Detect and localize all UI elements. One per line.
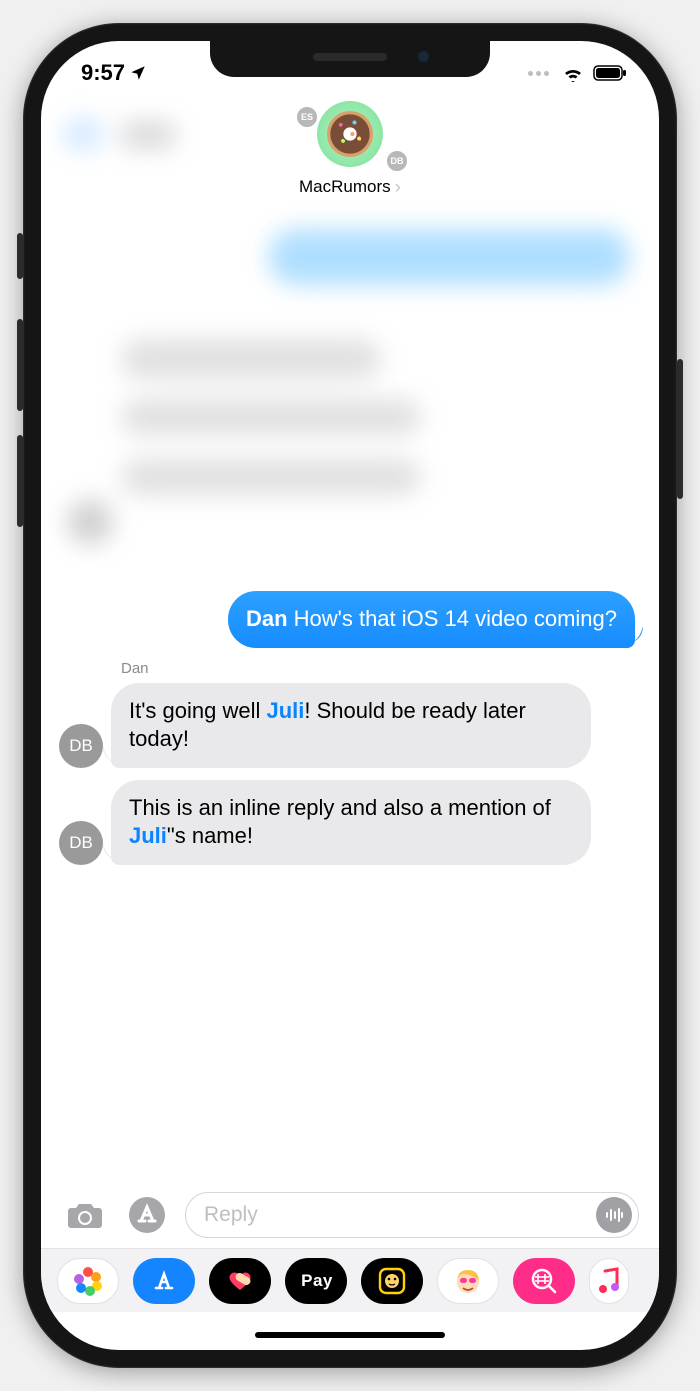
message-outgoing[interactable]: Dan How's that iOS 14 video coming?	[59, 591, 641, 648]
app-store[interactable]	[133, 1258, 195, 1304]
message-input-bar: Reply	[41, 1192, 659, 1238]
app-memoji[interactable]	[437, 1258, 499, 1304]
camera-button[interactable]	[61, 1194, 109, 1236]
screen: 9:57	[41, 41, 659, 1350]
cellular-signal-icon	[528, 71, 549, 76]
home-indicator[interactable]	[255, 1332, 445, 1338]
magnifier-grid-icon	[530, 1267, 558, 1295]
message-list: Dan How's that iOS 14 video coming? Dan …	[41, 591, 659, 877]
app-drawer-button[interactable]	[123, 1194, 171, 1236]
sender-name-label: Dan	[121, 660, 641, 677]
battery-icon	[593, 65, 627, 81]
device-volume-down	[17, 435, 23, 527]
device-side-button	[677, 359, 683, 499]
mention: Juli	[267, 698, 305, 723]
front-camera	[417, 50, 430, 63]
participant-avatar-es: ES	[295, 105, 319, 129]
message-incoming[interactable]: DB This is an inline reply and also a me…	[59, 780, 641, 865]
input-placeholder: Reply	[204, 1203, 258, 1227]
message-bubble: Dan How's that iOS 14 video coming?	[228, 591, 635, 648]
group-avatar-cluster[interactable]: ES DB	[305, 101, 395, 173]
message-text: It's going well	[129, 698, 267, 723]
app-apple-pay[interactable]: Pay	[285, 1258, 347, 1304]
speaker-grille	[313, 53, 387, 61]
group-avatar-main	[317, 101, 383, 167]
status-time: 9:57	[81, 60, 125, 86]
message-bubble: It's going well Juli! Should be ready la…	[111, 683, 591, 768]
group-name-button[interactable]: MacRumors ›	[299, 177, 401, 197]
music-note-icon	[597, 1267, 621, 1295]
message-text: How's that iOS 14 video coming?	[288, 606, 617, 631]
mention: Juli	[129, 823, 167, 848]
message-bubble: This is an inline reply and also a menti…	[111, 780, 591, 865]
heart-bandage-icon	[223, 1269, 257, 1293]
sender-avatar[interactable]: DB	[59, 821, 103, 865]
location-services-icon	[129, 64, 147, 82]
memoji-face-icon	[451, 1264, 485, 1298]
app-hashtag-images[interactable]	[513, 1258, 575, 1304]
message-text: "s name!	[167, 823, 253, 848]
device-volume-up	[17, 319, 23, 411]
chevron-right-icon: ›	[395, 178, 401, 197]
app-music[interactable]	[589, 1258, 629, 1304]
photos-icon	[76, 1269, 100, 1293]
app-store-icon	[149, 1266, 179, 1296]
conversation-header[interactable]: ES DB MacRumors ›	[41, 99, 659, 229]
app-animoji[interactable]	[361, 1258, 423, 1304]
app-photos[interactable]	[57, 1258, 119, 1304]
app-store-a-icon	[127, 1195, 167, 1235]
app-fitness[interactable]	[209, 1258, 271, 1304]
wifi-icon	[561, 64, 585, 82]
notch	[210, 41, 490, 77]
apple-pay-label: Pay	[301, 1271, 333, 1291]
audio-message-button[interactable]	[596, 1197, 632, 1233]
iphone-frame: 9:57	[23, 23, 677, 1368]
donut-icon	[327, 111, 373, 157]
message-input-field[interactable]: Reply	[185, 1192, 639, 1238]
message-text: This is an inline reply and also a menti…	[129, 795, 551, 820]
animoji-face-icon	[377, 1266, 407, 1296]
participant-avatar-db: DB	[385, 149, 409, 173]
device-silence-switch	[17, 233, 23, 279]
imessage-app-strip[interactable]: Pay	[41, 1248, 659, 1312]
camera-icon	[65, 1199, 105, 1231]
sender-avatar[interactable]: DB	[59, 724, 103, 768]
mention: Dan	[246, 606, 288, 631]
group-name-label: MacRumors	[299, 177, 391, 197]
message-incoming[interactable]: DB It's going well Juli! Should be ready…	[59, 683, 641, 768]
waveform-icon	[604, 1205, 624, 1225]
